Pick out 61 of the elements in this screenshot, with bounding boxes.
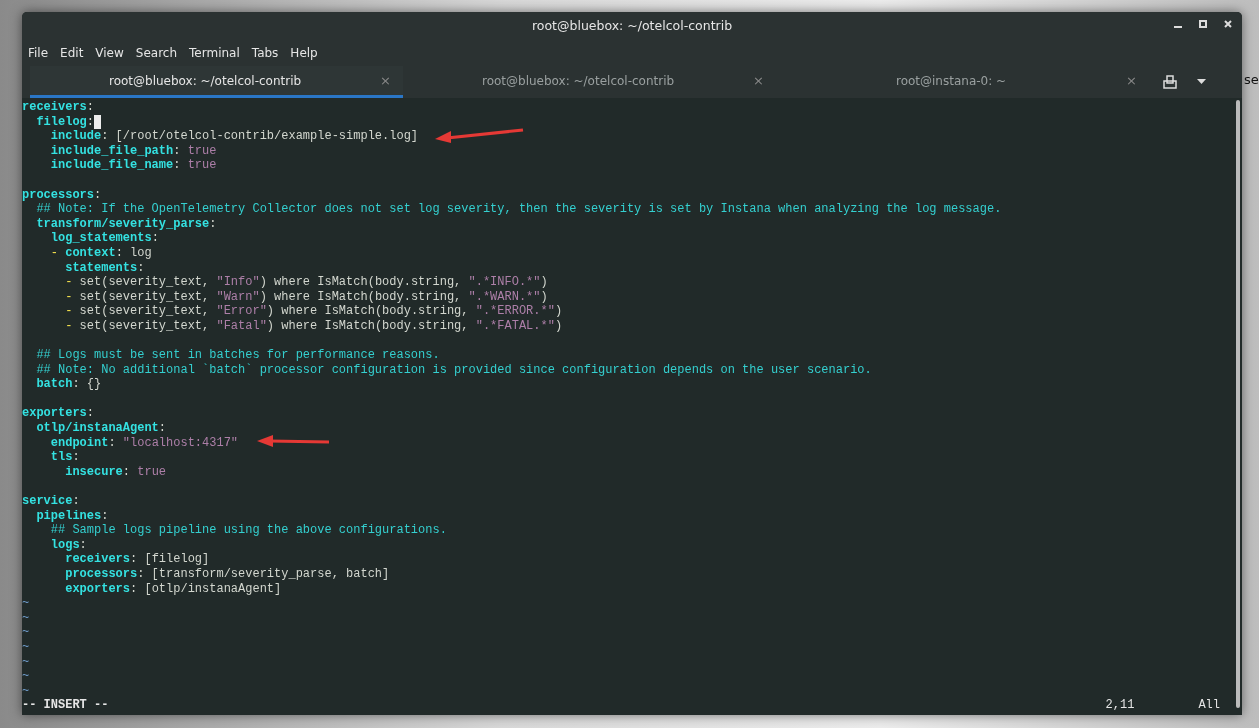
close-icon[interactable] [1224,20,1232,28]
menu-item[interactable]: View [95,44,124,62]
code-line: ~ [22,625,30,640]
code-line: receivers: [filelog] [64,552,210,567]
cursor-position: 2,11 [1105,698,1135,713]
code-line: transform/severity_parse: [35,216,217,232]
code-line: exporters: [22,406,94,422]
menu-item[interactable]: Help [290,44,318,62]
code-line: - set(severity_text, "Error") where IsMatch(body.string, ".*ERROR.*") [64,304,563,319]
code-line: - set(severity_text, "Info") where IsMatch(body.string, ".*INFO.*") [64,275,548,290]
code-line: - set(severity_text, "Warn") where IsMatch(body.string, ".*WARN.*") [64,289,548,305]
new-tab-icon[interactable] [1163,75,1177,89]
code-line: ## Sample logs pipeline using the above configurations. [49,523,447,538]
code-line: processors: [22,187,102,203]
caret-icon[interactable] [1197,79,1206,85]
menu-item[interactable]: Terminal [189,44,240,62]
code-line: ~ [22,639,30,655]
code-line: ## Logs must be sent in batches for performance reasons. [35,348,440,363]
code-line: ~ [22,596,30,611]
window-title: root@bluebox: ~/otelcol-contrib [531,16,733,35]
code-line: log_statements: [49,231,159,246]
code-line: ## Note: If the OpenTelemetry Collector does not set log severity, then the severity is set by Instana when analyzing the log message. [35,202,1002,217]
tab-close-icon[interactable]: × [1126,70,1137,91]
code-line: statements: [64,260,145,276]
code-line: tls: [49,450,80,465]
vim-mode: -- INSERT -- [22,698,109,713]
code-line: insecure: true [64,464,167,480]
menu-item[interactable]: Tabs [251,44,279,62]
code-line: batch: {} [35,377,102,392]
code-line: service: [22,494,80,509]
code-line: endpoint: "localhost:4317" [49,435,239,451]
code-line: processors: [transform/severity_parse, batch] [64,567,390,582]
tab[interactable]: root@bluebox: ~/otelcol-contrib × [30,66,403,98]
code-line: otlp/instanaAgent: [35,421,167,436]
scroll-position: All [1198,698,1220,713]
arrow-icon [255,433,331,449]
code-line: include: [/root/otelcol-contrib/example-simple.log] [49,129,419,144]
code-line: - set(severity_text, "Fatal") where IsMatch(body.string, ".*FATAL.*") [64,318,563,334]
code-line: filelog: [35,114,94,130]
menu-item[interactable]: File [28,44,49,62]
menu-item[interactable]: Edit [60,44,84,62]
code-line: logs: [49,537,87,553]
code-line: ~ [22,654,30,670]
code-line: ~ [22,669,30,684]
maximize-icon[interactable] [1199,20,1207,28]
background-text: se [1244,72,1259,87]
tab[interactable]: root@instana-0: ~ × [776,66,1149,98]
code-line: exporters: [otlp/instanaAgent] [64,581,282,597]
tab[interactable]: root@bluebox: ~/otelcol-contrib × [403,66,776,98]
code-line: include_file_path: true [49,143,217,159]
menu-item[interactable]: Search [135,44,178,62]
code-line: ~ [22,683,30,699]
code-line: ~ [22,610,30,626]
code-line: include_file_name: true [49,158,217,173]
code-line: ## Note: No additional `batch` processor configuration is provided since configuration depends on the user scenario. [35,362,872,378]
arrow-icon [433,126,525,144]
tab-close-icon[interactable]: × [380,70,391,91]
code-line: - context: log [49,245,152,261]
tab-close-icon[interactable]: × [753,70,764,91]
code-line: pipelines: [35,508,109,524]
code-line: receivers: [22,100,94,115]
